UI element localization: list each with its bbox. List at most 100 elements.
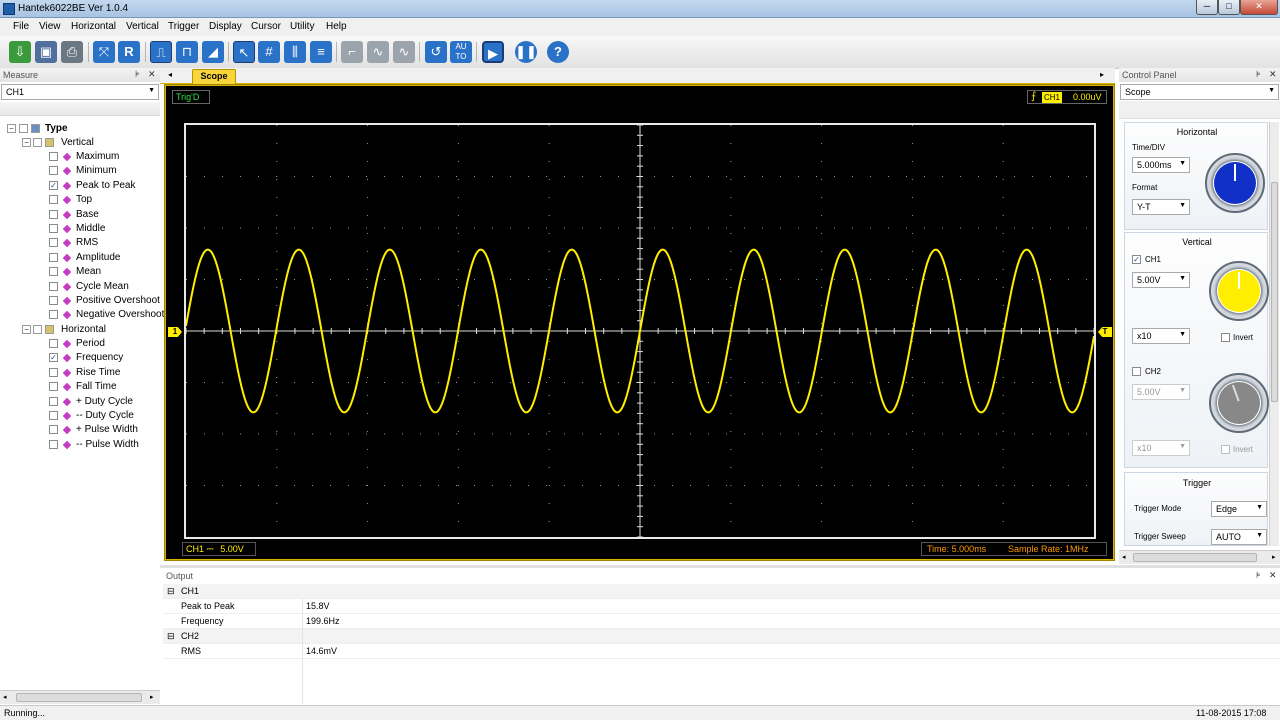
run-icon[interactable]: ▶ [482,41,504,63]
trigger-mode-select[interactable]: Edge ▼ [1211,501,1267,517]
collapse-icon[interactable]: ⊟ [167,629,175,644]
minimize-button[interactable]: ─ [1196,0,1218,15]
collapse-icon[interactable]: − [22,325,31,334]
control-mode-select[interactable]: Scope ▼ [1120,84,1279,100]
ch2-probe-select[interactable]: x10 ▼ [1132,440,1190,456]
pause-icon[interactable]: ❚❚ [515,41,537,63]
measure-checkbox[interactable] [49,209,58,219]
measure-checkbox[interactable] [49,238,58,248]
measure-checkbox[interactable]: ✓ [49,353,58,363]
ch2-volts-knob[interactable] [1209,373,1269,433]
rising-edge-icon: ⨍ [1031,91,1037,102]
measure-checkbox[interactable] [49,339,58,348]
measure-icon [62,181,72,191]
close-icon[interactable]: ✕ [1269,69,1277,80]
ch1-invert-checkbox[interactable] [1221,333,1230,342]
timediv-select[interactable]: 5.000ms ▼ [1132,157,1190,173]
measure-icon [62,267,72,277]
square-wave-icon[interactable]: ⎍ [150,41,172,63]
collapse-icon[interactable]: ⊟ [167,584,175,599]
ramp-icon[interactable]: ◢ [202,41,224,63]
close-icon[interactable]: ✕ [148,69,156,80]
step-wave-icon[interactable]: ⊓ [176,41,198,63]
tree-item-label: Period [76,338,105,349]
menu-file[interactable]: File [13,21,29,32]
measure-checkbox[interactable] [49,367,58,377]
help-icon[interactable]: ? [547,41,569,63]
measure-checkbox[interactable] [49,267,58,277]
sine-icon[interactable]: ∿ [393,41,415,63]
menu-trigger[interactable]: Trigger [168,21,199,32]
ch1-volts-knob[interactable] [1209,261,1269,321]
format-select[interactable]: Y-T ▼ [1132,199,1190,215]
measure-checkbox[interactable] [49,411,58,420]
collapse-icon[interactable]: − [7,124,16,133]
ch2-enable-checkbox[interactable] [1132,367,1141,376]
output-title: Output ⊧ ✕ [166,570,1277,581]
refresh-icon[interactable]: ↺ [425,41,447,63]
pin-icon[interactable]: ⊧ [135,69,140,80]
measure-checkbox[interactable] [49,152,58,161]
measure-hscrollbar[interactable]: ◂ ▸ [0,690,160,704]
menu-horizontal[interactable]: Horizontal [71,21,116,32]
timediv-knob[interactable] [1205,153,1265,213]
menu-display[interactable]: Display [209,21,242,32]
ch1-volts-select[interactable]: 5.00V ▼ [1132,272,1190,288]
ch1-enable-checkbox[interactable]: ✓ [1132,255,1141,264]
control-vscrollbar[interactable] [1269,122,1279,546]
menu-utility[interactable]: Utility [290,21,314,32]
window-title: Hantek6022BE Ver 1.0.4 [18,3,129,14]
measure-checkbox[interactable] [49,252,58,262]
collapse-icon[interactable]: − [22,138,31,147]
print-icon[interactable]: ⎙ [61,41,83,63]
measure-checkbox[interactable] [49,439,58,449]
wave-icon[interactable]: ∿ [367,41,389,63]
measure-checkbox[interactable] [49,224,58,233]
ch1-probe-select[interactable]: x10 ▼ [1132,328,1190,344]
trigger-sweep-select[interactable]: AUTO ▼ [1211,529,1267,545]
tree-item-label: + Pulse Width [76,424,138,436]
pin-icon[interactable]: ⊧ [1256,69,1261,80]
menu-bar: File View Horizontal Vertical Trigger Di… [0,18,1280,36]
save-icon[interactable]: ▣ [35,41,57,63]
auto-set-icon[interactable]: AU TO [450,41,472,63]
menu-view[interactable]: View [39,21,61,32]
measure-checkbox[interactable] [49,296,58,305]
menu-cursor[interactable]: Cursor [251,21,281,32]
output-group-ch1[interactable]: ⊟ CH1 [163,584,1280,599]
horizontal-cursor-icon[interactable]: ≡ [310,41,332,63]
zoom-fit-icon[interactable]: ⤧ [93,41,115,63]
measure-checkbox[interactable] [49,166,58,176]
grid-icon[interactable]: # [258,41,280,63]
pin-icon[interactable]: ⊧ [1256,570,1261,581]
tab-scroll-left-icon[interactable]: ◂ [168,70,172,79]
measure-checkbox[interactable] [49,281,58,291]
close-button[interactable]: ✕ [1240,0,1278,15]
measure-icon [62,354,72,363]
reset-icon[interactable]: R [118,41,140,63]
maximize-button[interactable]: □ [1218,0,1240,15]
measure-checkbox[interactable] [49,425,58,435]
close-icon[interactable]: ✕ [1269,570,1277,581]
measure-channel-select[interactable]: CH1 ▼ [1,84,159,100]
pointer-icon[interactable]: ↖ [233,41,255,63]
chevron-down-icon: ▼ [148,87,155,94]
measure-checkbox[interactable] [49,310,58,320]
menu-vertical[interactable]: Vertical [126,21,159,32]
vertical-cursor-icon[interactable]: ⫼ [284,41,306,63]
step-icon[interactable]: ⌐ [341,41,363,63]
output-group-ch2[interactable]: ⊟ CH2 [163,629,1280,644]
open-icon[interactable]: ⇩ [9,41,31,63]
ch2-volts-select[interactable]: 5.00V ▼ [1132,384,1190,400]
measure-checkbox[interactable] [49,396,58,406]
menu-help[interactable]: Help [326,21,347,32]
measure-checkbox[interactable] [49,382,58,392]
measure-checkbox[interactable] [49,195,58,205]
tree-item-label: Rise Time [76,366,121,378]
tab-scope[interactable]: Scope [192,69,236,84]
ch2-invert-checkbox[interactable] [1221,445,1230,454]
measure-checkbox[interactable]: ✓ [49,180,58,190]
control-hscrollbar[interactable]: ◂ ▸ [1119,550,1280,564]
tab-scroll-right-icon[interactable]: ▸ [1100,70,1104,79]
control-panel-title: Control Panel ⊧ ✕ [1119,68,1280,82]
